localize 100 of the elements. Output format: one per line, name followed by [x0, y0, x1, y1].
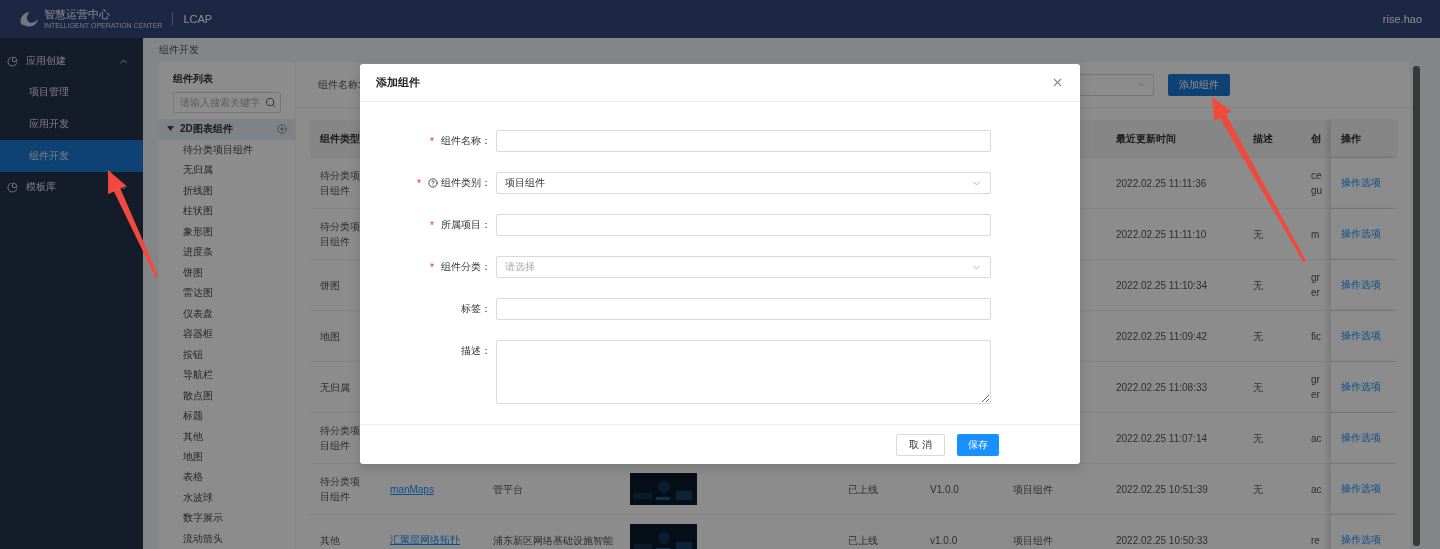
search-icon [265, 96, 276, 108]
help-icon[interactable] [428, 178, 438, 188]
component-link[interactable]: 汇聚层网络拓扑 [390, 533, 460, 547]
save-button[interactable]: 保存 [957, 433, 999, 456]
table-cell-text: 无 [1253, 278, 1263, 293]
component-link[interactable]: manMaps [390, 483, 434, 495]
table-cell-text: m [1311, 227, 1321, 242]
cancel-button[interactable]: 取 消 [896, 433, 945, 456]
table-cell-text: 其他 [320, 533, 340, 548]
options-link[interactable]: 操作选项 [1341, 278, 1381, 292]
table-cell-text: 2022.02.25 10:50:33 [1116, 533, 1208, 548]
table-cell-text: 地图 [320, 329, 340, 344]
table-cell-text: 待分类项目组件 [320, 169, 360, 198]
table-cell-text: 无 [1253, 431, 1263, 446]
select-field[interactable]: 项目组件 [496, 172, 991, 194]
table-cell-text: 饼图 [320, 278, 340, 293]
table-cell-text: 2022.02.25 10:51:39 [1116, 482, 1208, 497]
required-mark: * [430, 135, 434, 147]
textarea-field[interactable] [496, 340, 991, 404]
tree-item[interactable]: 仪表盘 [159, 303, 295, 324]
required-mark: * [430, 261, 434, 273]
column-header: 最近更新时间 [1116, 131, 1176, 146]
options-link[interactable]: 操作选项 [1341, 176, 1381, 190]
panel-title: 组件列表 [173, 73, 213, 84]
field-label: 组件分类： [441, 260, 491, 274]
brand-name: 智慧运营中心 [44, 9, 111, 20]
tree-item[interactable]: 待分类项目组件 [159, 139, 295, 161]
tree-item[interactable]: 折线图 [159, 180, 295, 202]
tree-item[interactable]: 柱状图 [159, 201, 295, 222]
scrollbar[interactable] [1413, 66, 1420, 546]
tree-item[interactable]: 无归属 [159, 160, 295, 181]
tree-item[interactable]: 其他 [159, 426, 295, 447]
column-header: 操作 [1341, 131, 1361, 146]
field-label: 标签： [461, 302, 491, 316]
table-cell-text: 无 [1253, 380, 1263, 395]
input-field[interactable] [496, 130, 991, 152]
table-cell-text: v1.0.0 [930, 533, 958, 548]
tree-item[interactable]: 散点图 [159, 385, 295, 406]
tree-item[interactable]: 水波球 [159, 487, 295, 509]
field-label: 描述： [461, 344, 491, 358]
options-link[interactable]: 操作选项 [1341, 533, 1381, 547]
pie-chart-icon [7, 55, 18, 67]
required-mark: * [417, 177, 421, 189]
table-cell-text: V1.0.0 [930, 482, 959, 497]
options-link[interactable]: 操作选项 [1341, 329, 1381, 343]
tree-item[interactable]: 导航栏 [159, 364, 295, 386]
table-cell-text: 待分类项目组件 [320, 424, 360, 453]
tree-item[interactable]: 标题 [159, 405, 295, 427]
select-field[interactable]: 请选择 [496, 256, 991, 278]
field-label: 所属项目： [441, 218, 491, 232]
field-label: 组件名称： [441, 134, 491, 148]
menu-item[interactable]: 项目管理 [0, 76, 143, 108]
input-field[interactable] [496, 298, 991, 320]
tree-item[interactable]: 象形图 [159, 221, 295, 243]
tree-item[interactable]: 容器框 [159, 323, 295, 345]
table-cell-text: 2022.02.25 11:11:10 [1116, 227, 1207, 242]
tree-item[interactable]: 雷达图 [159, 283, 295, 304]
options-link[interactable]: 操作选项 [1341, 380, 1381, 394]
column-header: 创 [1311, 131, 1321, 146]
add-icon[interactable] [277, 124, 287, 135]
column-header: 描述 [1253, 131, 1273, 146]
menu-group-label: 应用创建 [26, 55, 66, 66]
table-cell-text: 无归属 [320, 380, 350, 395]
table-cell-text: 项目组件 [1013, 482, 1053, 497]
table-cell-text: 无 [1253, 227, 1263, 242]
tree-item[interactable]: 进度条 [159, 242, 295, 263]
table-cell-text: 项目组件 [1013, 533, 1053, 548]
dialog-title: 添加组件 [376, 75, 420, 90]
field-label: 组件类别： [441, 176, 491, 190]
table-cell-text: 2022.02.25 11:08:33 [1116, 380, 1207, 395]
table-cell-text: 2022.02.25 11:10:34 [1116, 278, 1207, 293]
table-cell-text: 待分类项目组件 [320, 220, 360, 249]
user-name[interactable]: rise.hao [1382, 13, 1422, 25]
table-cell-text: ce gu [1311, 169, 1323, 198]
menu-group[interactable]: 应用创建 [0, 46, 143, 76]
menu-item[interactable]: 应用开发 [0, 108, 143, 140]
tree-item[interactable]: 按钮 [159, 344, 295, 365]
table-cell-text: 无 [1253, 482, 1263, 497]
table-cell-text: 2022.02.25 11:11:36 [1116, 176, 1207, 191]
add-component-button[interactable]: 添加组件 [1168, 73, 1230, 96]
options-link[interactable]: 操作选项 [1341, 227, 1381, 241]
required-mark: * [430, 219, 434, 231]
table-cell-text: 待分类项目组件 [320, 475, 360, 504]
breadcrumb: 组件开发 [159, 43, 199, 57]
table-cell-text: ac [1311, 431, 1323, 446]
close-button[interactable] [1051, 76, 1064, 89]
options-link[interactable]: 操作选项 [1341, 431, 1381, 445]
tree-item[interactable]: 表格 [159, 467, 295, 488]
options-link[interactable]: 操作选项 [1341, 482, 1381, 496]
tree-item[interactable]: 数字展示 [159, 508, 295, 529]
menu-group[interactable]: 模板库 [0, 172, 143, 202]
tree-item[interactable]: 饼图 [159, 262, 295, 283]
table-cell-text: 无 [1253, 329, 1263, 344]
input-field[interactable] [496, 214, 991, 236]
tree-item[interactable]: 流动箭头 [159, 528, 295, 549]
tree-node[interactable]: 2D图表组件 [159, 118, 295, 140]
menu-item[interactable]: 组件开发 [0, 140, 143, 172]
tree-item[interactable]: 地图 [159, 446, 295, 468]
table-cell-text: gr er [1311, 271, 1321, 300]
app-name: LCAP [183, 13, 213, 25]
